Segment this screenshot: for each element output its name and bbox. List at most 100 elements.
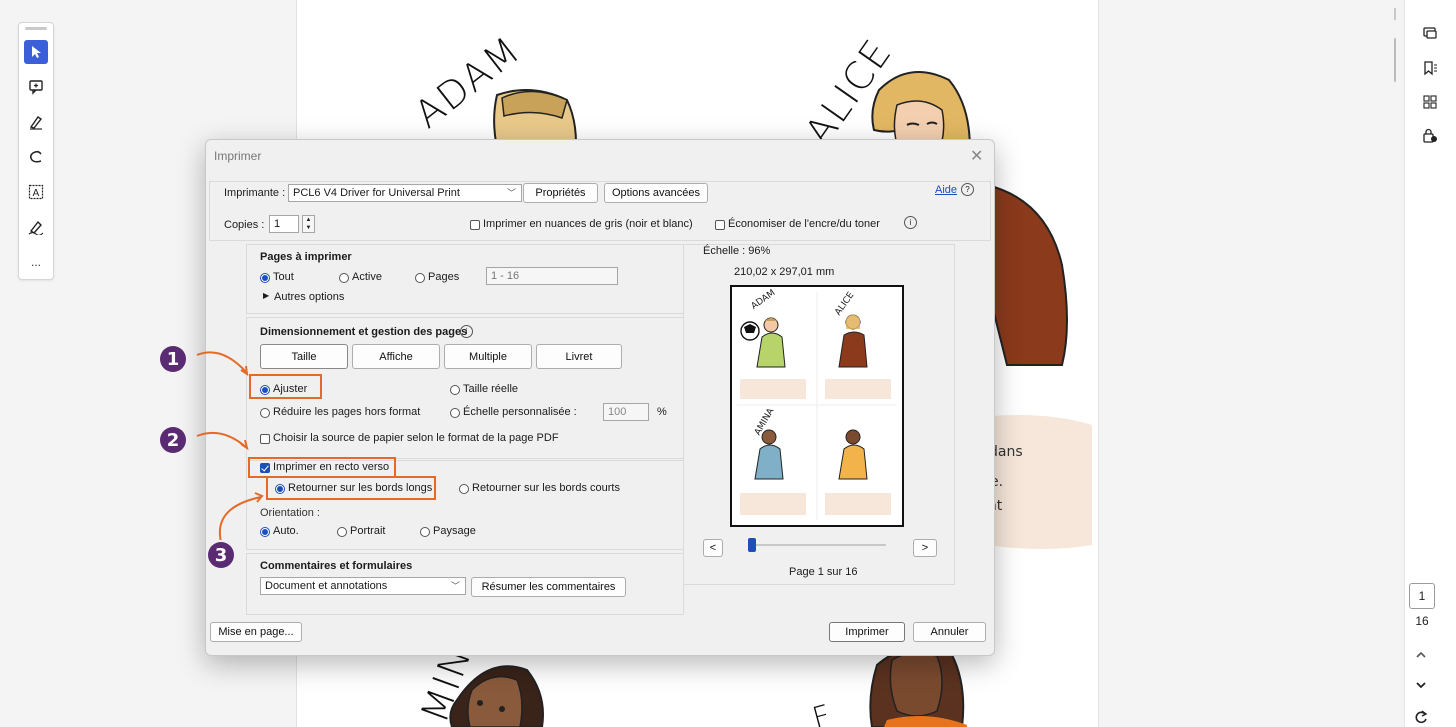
preview-dimensions-label: 210,02 x 297,01 mm: [734, 266, 835, 278]
print-button[interactable]: Imprimer: [829, 622, 905, 642]
select-icon: [32, 46, 41, 58]
copies-stepper[interactable]: ▲ ▼: [302, 215, 315, 233]
preview-page-label: Page 1 sur 16: [789, 566, 858, 578]
arrow-3: [218, 496, 262, 540]
preview-prev-button[interactable]: <: [703, 539, 723, 557]
save-ink-label: Économiser de l'encre/du toner: [728, 218, 880, 230]
text-select-tool-button[interactable]: A: [24, 180, 48, 204]
preview-page-slider-thumb[interactable]: [748, 538, 756, 552]
cancel-button[interactable]: Annuler: [913, 622, 986, 642]
tab-size[interactable]: Taille: [260, 344, 348, 369]
chevron-up-icon: [1416, 651, 1426, 658]
radio-short-edge-label: Retourner sur les bords courts: [472, 482, 620, 494]
current-page-input[interactable]: 1: [1409, 583, 1435, 609]
bookmark-icon: [1424, 61, 1437, 76]
preview-next-button[interactable]: >: [913, 539, 937, 557]
radio-active[interactable]: [339, 273, 349, 283]
arrow-2: [196, 432, 248, 449]
highlight-icon: [29, 116, 43, 130]
highlight-duplex-option: [248, 457, 396, 478]
highlight-tool-button[interactable]: [24, 110, 48, 134]
chat-icon: [1423, 27, 1437, 39]
radio-shrink-label: Réduire les pages hors format: [273, 406, 421, 418]
help-icon[interactable]: ?: [961, 183, 974, 196]
grayscale-checkbox[interactable]: [470, 220, 480, 230]
radio-orientation-landscape[interactable]: [420, 527, 430, 537]
radio-orientation-auto-label: Auto.: [273, 525, 299, 537]
custom-scale-input[interactable]: 100: [603, 403, 649, 421]
radio-pages[interactable]: [415, 273, 425, 283]
chevron-down-icon: ﹀: [506, 188, 516, 198]
radio-short-edge[interactable]: [459, 484, 469, 494]
page-up-button[interactable]: [1414, 648, 1428, 665]
comment-icon: [29, 80, 43, 95]
comments-panel-button[interactable]: [1417, 22, 1443, 46]
chevron-down-icon: [1416, 682, 1426, 689]
stepper-down-icon: ▼: [305, 225, 312, 231]
bookmarks-panel-button[interactable]: [1417, 56, 1443, 80]
draw-icon: [29, 150, 42, 163]
close-icon[interactable]: ✕: [970, 146, 983, 166]
properties-button[interactable]: Propriétés: [523, 183, 598, 203]
scrollbar-cap: [1394, 8, 1396, 20]
arrow-1: [196, 351, 248, 374]
chevron-down-icon: ﹀: [450, 581, 460, 591]
sizing-section-title: Dimensionnement et gestion des pages: [260, 326, 468, 338]
vertical-scrollbar[interactable]: [1390, 8, 1400, 727]
tab-booklet[interactable]: Livret: [536, 344, 622, 369]
advanced-options-button[interactable]: Options avancées: [604, 183, 708, 203]
radio-custom-scale[interactable]: [450, 408, 460, 418]
summarize-comments-button[interactable]: Résumer les commentaires: [471, 577, 626, 597]
radio-orientation-portrait[interactable]: [337, 527, 347, 537]
rotate-button[interactable]: [1414, 710, 1428, 727]
comment-tool-button[interactable]: [24, 75, 48, 99]
lock-page-icon: [1423, 128, 1437, 143]
comments-select[interactable]: Document et annotations ﹀: [260, 577, 466, 595]
pages-section-title: Pages à imprimer: [260, 251, 352, 263]
radio-custom-scale-label: Échelle personnalisée :: [463, 406, 577, 418]
step-arrows: [196, 351, 264, 540]
tab-poster[interactable]: Affiche: [352, 344, 440, 369]
step-badge-1: 1: [160, 346, 186, 372]
select-tool-button[interactable]: [24, 40, 48, 64]
more-options-toggle[interactable]: Autres options: [274, 291, 344, 303]
preview-thumbnail: ADAM ALICE AMINA: [730, 285, 904, 527]
orientation-label: Orientation :: [260, 507, 320, 519]
tab-multiple[interactable]: Multiple: [444, 344, 532, 369]
percent-label: %: [657, 406, 667, 418]
radio-all-label: Tout: [273, 271, 294, 283]
caret-right-icon[interactable]: ▶: [263, 291, 269, 300]
grid-icon: [1423, 95, 1437, 109]
step-badge-2: 2: [160, 427, 186, 453]
sizing-info-icon[interactable]: i: [460, 325, 473, 338]
stepper-up-icon: ▲: [305, 217, 312, 223]
radio-actual-size[interactable]: [450, 385, 460, 395]
toolbar-grip[interactable]: [25, 27, 47, 30]
save-ink-checkbox[interactable]: [715, 220, 725, 230]
draw-tool-button[interactable]: [24, 145, 48, 169]
copies-label: Copies :: [224, 219, 265, 231]
accessibility-panel-button[interactable]: [1417, 124, 1443, 148]
help-link[interactable]: Aide: [935, 184, 957, 196]
page-setup-button[interactable]: Mise en page...: [210, 622, 302, 642]
comments-select-value: Document et annotations: [265, 580, 388, 592]
printer-select-value: PCL6 V4 Driver for Universal Print: [293, 187, 460, 199]
sign-tool-button[interactable]: [24, 215, 48, 239]
radio-actual-size-label: Taille réelle: [463, 383, 519, 395]
left-toolbar: A ...: [18, 22, 54, 280]
radio-all[interactable]: [260, 273, 270, 283]
preview-page-slider-track[interactable]: [748, 544, 886, 546]
rotate-icon: [1415, 710, 1428, 724]
svg-text:A: A: [33, 188, 40, 199]
text-select-icon: A: [28, 184, 44, 200]
printer-select[interactable]: PCL6 V4 Driver for Universal Print ﹀: [288, 184, 522, 202]
copies-input[interactable]: 1: [269, 215, 299, 233]
grayscale-label: Imprimer en nuances de gris (noir et bla…: [483, 218, 693, 230]
more-tools-button[interactable]: ...: [24, 250, 48, 274]
info-icon[interactable]: i: [904, 216, 917, 229]
pages-range-input[interactable]: 1 - 16: [486, 267, 618, 285]
thumbnails-panel-button[interactable]: [1417, 90, 1443, 114]
scrollbar-thumb[interactable]: [1394, 38, 1396, 82]
dialog-title: Imprimer: [214, 149, 262, 163]
page-down-button[interactable]: [1414, 678, 1428, 695]
